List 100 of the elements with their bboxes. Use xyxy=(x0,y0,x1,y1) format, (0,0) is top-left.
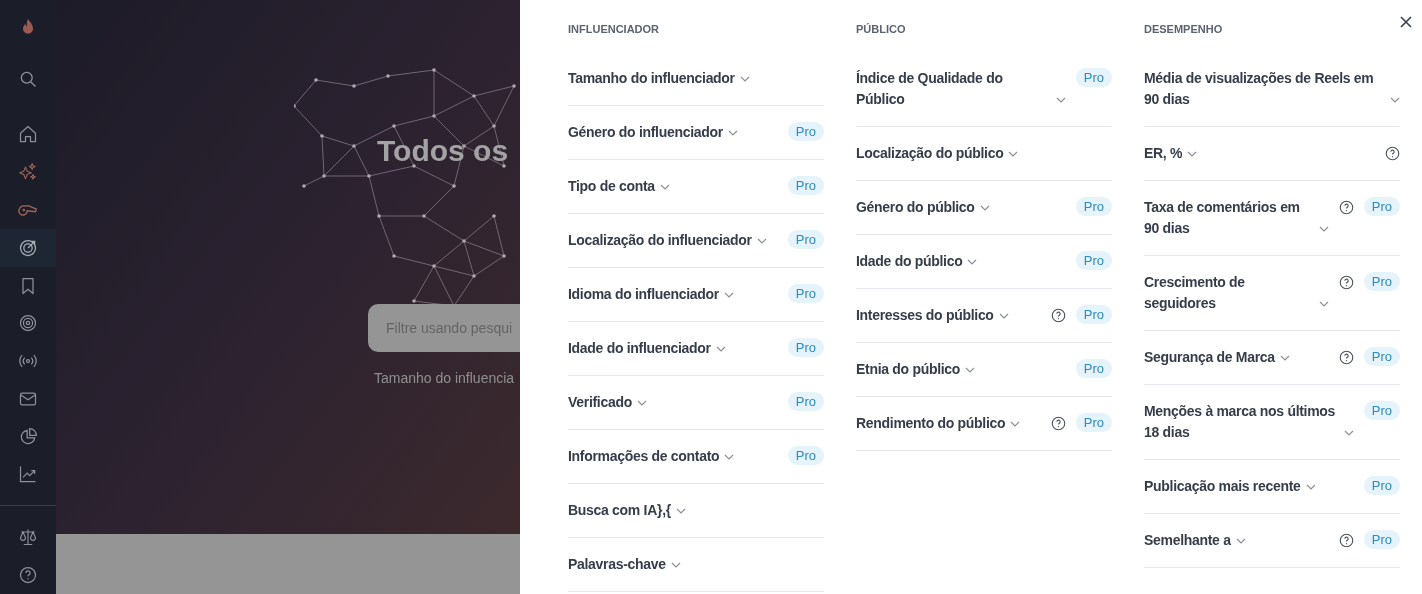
chevron-down-icon xyxy=(659,183,670,190)
filter-row[interactable]: Etnia do público Pro xyxy=(856,343,1112,397)
chevron-down-icon xyxy=(670,561,681,568)
filter-label: Publicação mais recente xyxy=(1144,477,1301,496)
help-icon[interactable] xyxy=(1050,416,1066,431)
filter-row[interactable]: Tipo de conta Pro xyxy=(568,160,824,214)
filter-label: Rendimento do público xyxy=(856,414,1006,433)
pro-badge: Pro xyxy=(1363,272,1400,291)
filter-row[interactable]: Localização do público xyxy=(856,127,1112,181)
chevron-down-icon xyxy=(1010,420,1021,427)
filter-label: Idioma do influenciador xyxy=(568,285,719,304)
filter-row[interactable]: Idioma do influenciador Pro xyxy=(568,268,824,322)
chevron-down-icon xyxy=(1235,537,1246,544)
help-icon[interactable] xyxy=(1050,308,1066,323)
sparkles-icon xyxy=(18,162,38,183)
chevron-down-icon xyxy=(715,345,726,352)
filter-row[interactable]: Segurança de Marca Pro xyxy=(1144,331,1400,385)
filter-row[interactable]: Palavras-chave xyxy=(568,538,824,592)
chevron-down-icon xyxy=(1343,429,1354,436)
filter-label: Crescimento de seguidores xyxy=(1144,273,1246,313)
filter-row[interactable]: Menções à marca nos últimos 18 dias Pro xyxy=(1144,385,1400,460)
chevron-down-icon xyxy=(1279,354,1290,361)
pro-badge: Pro xyxy=(787,392,824,411)
filter-row[interactable]: Género do público Pro xyxy=(856,181,1112,235)
pro-badge: Pro xyxy=(787,446,824,465)
filter-label: Etnia do público xyxy=(856,360,961,379)
filter-label: Busca com IA},{ xyxy=(568,501,671,520)
filter-row[interactable]: Verificado Pro xyxy=(568,376,824,430)
filter-label: Verificado xyxy=(568,393,632,412)
filter-row[interactable]: Busca com IA},{ xyxy=(568,484,824,538)
pro-badge: Pro xyxy=(1363,347,1400,366)
filter-hint: Tamanho do influencia xyxy=(374,369,515,388)
chevron-down-icon xyxy=(724,291,734,298)
chevron-down-icon xyxy=(967,258,978,265)
filter-row[interactable]: Publicação mais recente Pro xyxy=(1144,460,1400,514)
filter-row[interactable]: Idade do público Pro xyxy=(856,235,1112,289)
chevron-down-icon xyxy=(979,204,990,211)
filter-row[interactable]: Tamanho do influenciador xyxy=(568,52,824,106)
chevron-down-icon xyxy=(1318,225,1329,232)
chevron-down-icon xyxy=(675,507,686,514)
pro-badge: Pro xyxy=(1363,197,1400,216)
help-icon[interactable] xyxy=(1338,200,1354,215)
filter-label: Menções à marca nos últimos 18 dias xyxy=(1144,402,1337,442)
pro-badge: Pro xyxy=(1075,413,1112,432)
chevron-down-icon xyxy=(1390,96,1400,103)
pro-badge: Pro xyxy=(787,284,824,303)
filter-row[interactable]: Interesses do público Pro xyxy=(856,289,1112,343)
filter-label: Índice de Qualidade do Público xyxy=(856,69,1004,109)
filter-label: Informações de contato xyxy=(568,447,720,466)
pro-badge: Pro xyxy=(1075,251,1112,270)
filter-row[interactable]: Taxa de comentários em 90 dias Pro xyxy=(1144,181,1400,256)
filter-label: Localização do público xyxy=(856,144,1004,163)
column-heading: DESEMPENHO xyxy=(1144,22,1224,37)
filter-row[interactable]: Rendimento do público Pro xyxy=(856,397,1112,451)
filter-row[interactable]: Média de visualizações de Reels em 90 dias xyxy=(1144,52,1400,127)
chevron-down-icon xyxy=(727,129,738,136)
pro-badge: Pro xyxy=(1075,68,1112,87)
filter-label: Taxa de comentários em 90 dias xyxy=(1144,198,1301,238)
help-icon[interactable] xyxy=(1338,533,1354,548)
sidebar-item[interactable] xyxy=(0,228,56,267)
filter-row[interactable]: Idade do influenciador Pro xyxy=(568,322,824,376)
filter-label: Semelhante a xyxy=(1144,531,1231,550)
pro-badge: Pro xyxy=(1075,359,1112,378)
pro-badge: Pro xyxy=(1363,401,1400,420)
filter-row[interactable]: Género do influenciador Pro xyxy=(568,106,824,160)
help-icon[interactable] xyxy=(1338,350,1354,365)
home-icon xyxy=(18,124,38,145)
pro-badge: Pro xyxy=(1363,530,1400,549)
chevron-down-icon xyxy=(965,366,976,373)
filter-label: Média de visualizações de Reels em 90 dias xyxy=(1144,69,1375,109)
pro-badge: Pro xyxy=(787,338,824,357)
filter-label: Segurança de Marca xyxy=(1144,348,1275,367)
filter-label: Idade do público xyxy=(856,252,963,271)
help-icon[interactable] xyxy=(1338,275,1354,290)
filter-label: Género do influenciador xyxy=(568,123,723,142)
filter-row[interactable]: Crescimento de seguidores Pro xyxy=(1144,256,1400,331)
pro-badge: Pro xyxy=(787,176,824,195)
line-chart-icon xyxy=(18,464,38,485)
chevron-down-icon xyxy=(1055,96,1066,103)
help-icon[interactable] xyxy=(1385,146,1400,161)
filter-row[interactable]: Localização do influenciador Pro xyxy=(568,214,824,268)
column-heading: INFLUENCIADOR xyxy=(568,22,661,37)
filter-row[interactable]: Informações de contato Pro xyxy=(568,430,824,484)
pro-badge: Pro xyxy=(1075,305,1112,324)
filter-row[interactable]: Índice de Qualidade do Público Pro xyxy=(856,52,1112,127)
pie-chart-icon xyxy=(18,426,38,447)
filter-label: Género do público xyxy=(856,198,975,217)
target-icon xyxy=(18,313,38,334)
filter-label: ER, % xyxy=(1144,144,1183,163)
filter-label: Tamanho do influenciador xyxy=(568,69,735,88)
filter-label: Idade do influenciador xyxy=(568,339,711,358)
chevron-down-icon xyxy=(1305,483,1316,490)
chevron-down-icon xyxy=(636,399,647,406)
chevron-down-icon xyxy=(998,312,1009,319)
chevron-down-icon xyxy=(1008,150,1019,157)
scales-icon xyxy=(18,527,38,548)
filter-row[interactable]: ER, % xyxy=(1144,127,1400,181)
chevron-down-icon xyxy=(756,237,767,244)
filter-row[interactable]: Semelhante a Pro xyxy=(1144,514,1400,568)
pro-badge: Pro xyxy=(787,122,824,141)
